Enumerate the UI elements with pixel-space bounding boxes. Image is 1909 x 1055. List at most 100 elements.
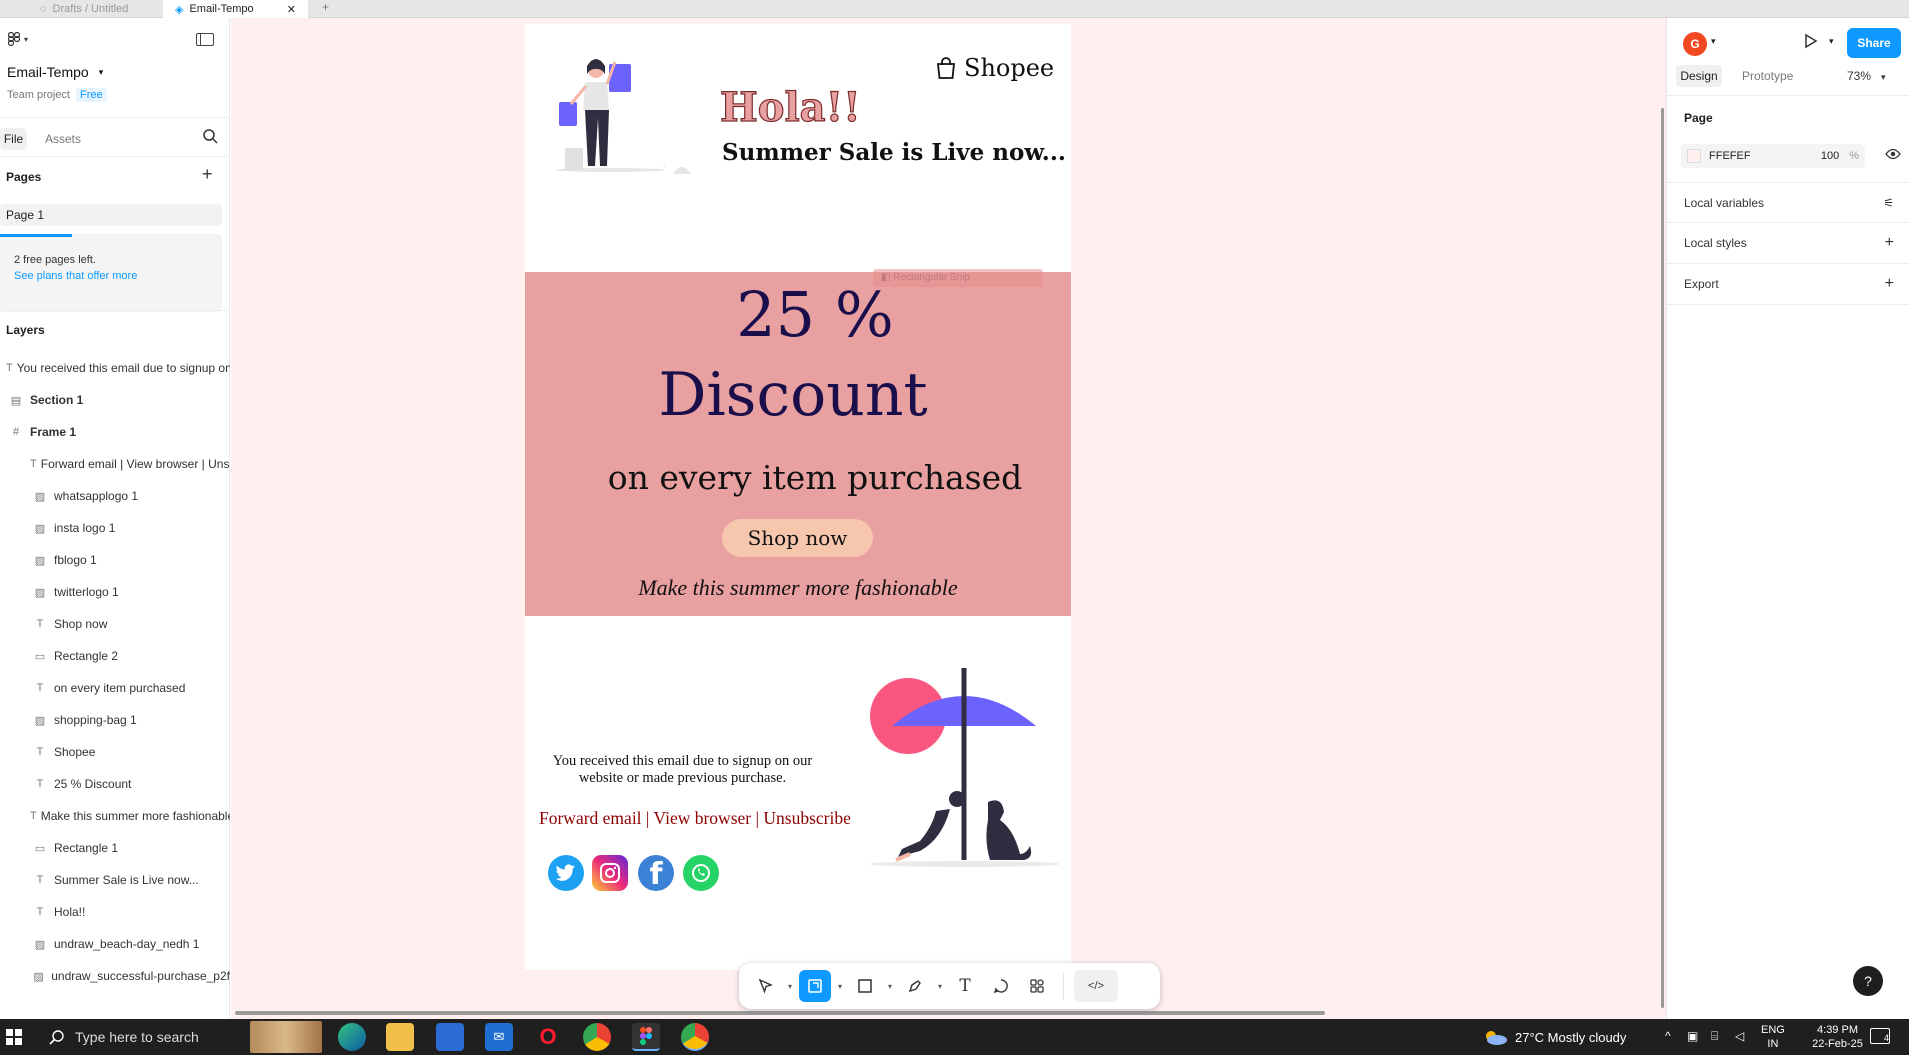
mail-icon[interactable]: ✉ (485, 1023, 513, 1051)
chrome-icon[interactable] (583, 1023, 611, 1051)
layer-item[interactable]: ▭ Rectangle 2 (0, 640, 230, 672)
taskbar-search[interactable]: Type here to search (37, 1019, 247, 1055)
comment-tool-icon[interactable] (985, 970, 1017, 1002)
avatar[interactable]: G (1683, 32, 1707, 56)
chevron-up-icon[interactable]: ^ (1665, 1029, 1671, 1043)
search-icon[interactable] (202, 128, 218, 147)
shop-now-button[interactable]: Shop now (722, 519, 873, 557)
page-opacity-value[interactable]: 100 (1821, 150, 1839, 162)
figma-taskbar-icon[interactable] (632, 1023, 660, 1051)
layer-item[interactable]: T Shopee (0, 736, 230, 768)
tab-prototype[interactable]: Prototype (1742, 69, 1793, 83)
layer-item[interactable]: # Frame 1 (0, 416, 230, 448)
help-button[interactable]: ? (1853, 966, 1883, 996)
layer-item[interactable]: T Summer Sale is Live now... (0, 864, 230, 896)
layer-item[interactable]: ▨ whatsapplogo 1 (0, 480, 230, 512)
tab-design[interactable]: Design (1676, 65, 1722, 87)
chevron-down-icon[interactable]: ▾ (835, 982, 845, 991)
chevron-down-icon[interactable]: ▾ (885, 982, 895, 991)
forward-email-link[interactable]: Forward email (539, 808, 642, 828)
add-icon[interactable]: + (1885, 275, 1894, 293)
volume-icon[interactable]: ◁ (1735, 1029, 1744, 1043)
layer-item[interactable]: ▨ undraw_successful-purchase_p2f (0, 960, 230, 992)
tab-drafts[interactable]: ◌ Drafts / Untitled (28, 0, 163, 18)
windows-start-icon[interactable] (6, 1029, 22, 1048)
move-tool-icon[interactable] (749, 970, 781, 1002)
design-canvas[interactable]: Shopee Hola!! Summer Sale is Live now...… (231, 18, 1666, 1019)
export-row[interactable]: Export + (1667, 264, 1909, 305)
instagram-icon[interactable] (592, 855, 628, 891)
layer-item[interactable]: ▨ undraw_beach-day_nedh 1 (0, 928, 230, 960)
pen-tool-icon[interactable] (899, 970, 931, 1002)
export-label: Export (1684, 277, 1719, 291)
layer-item[interactable]: ▨ twitterlogo 1 (0, 576, 230, 608)
tab-email-tempo[interactable]: ◈ Email-Tempo ✕ (163, 0, 308, 18)
twitter-icon[interactable] (548, 855, 584, 891)
sidebar-toggle-icon[interactable] (196, 33, 214, 46)
weather-text[interactable]: 27°C Mostly cloudy (1515, 1030, 1626, 1045)
unsubscribe-link[interactable]: Unsubscribe (763, 808, 850, 828)
page-color-field[interactable]: FFEFEF 100 % (1681, 144, 1865, 168)
add-tab-icon[interactable]: + (322, 0, 329, 14)
main-menu-button[interactable]: ▾ (8, 32, 48, 46)
store-icon[interactable] (436, 1023, 464, 1051)
opera-icon[interactable]: O (534, 1023, 562, 1051)
tab-assets[interactable]: Assets (45, 132, 81, 146)
frame-tool-icon[interactable] (799, 970, 831, 1002)
layer-item[interactable]: ▭ Rectangle 1 (0, 832, 230, 864)
notifications-icon[interactable]: 4 (1870, 1028, 1890, 1044)
add-page-icon[interactable]: + (202, 164, 213, 185)
see-plans-link[interactable]: See plans that offer more (14, 270, 137, 282)
facebook-icon[interactable]: f (638, 855, 674, 891)
dev-mode-toggle-icon[interactable]: </> (1074, 970, 1118, 1002)
chevron-down-icon[interactable]: ▾ (1711, 36, 1716, 47)
layer-item[interactable]: Ton every item purchased (0, 672, 230, 704)
file-explorer-icon[interactable] (386, 1023, 414, 1051)
text-tool-icon[interactable]: T (949, 970, 981, 1002)
color-swatch[interactable] (1687, 149, 1701, 163)
local-variables-row[interactable]: Local variables ⚟ (1667, 183, 1909, 223)
layer-item[interactable]: T You received this email due to signup o… (0, 352, 230, 384)
close-icon[interactable]: ✕ (287, 3, 296, 16)
layer-item[interactable]: ▤ Section 1 (0, 384, 230, 416)
whatsapp-icon[interactable] (683, 855, 719, 891)
layer-item[interactable]: ▨ shopping-bag 1 (0, 704, 230, 736)
chevron-down-icon[interactable]: ▾ (785, 982, 795, 991)
email-frame[interactable]: Shopee Hola!! Summer Sale is Live now...… (525, 24, 1071, 970)
page-item-page-1[interactable]: Page 1 (0, 204, 222, 226)
file-name[interactable]: Email-Tempo ▾ (7, 64, 237, 80)
layer-type-icon: T (6, 362, 13, 374)
layer-item[interactable]: TForward email | View browser | Unsubscr… (0, 448, 230, 480)
resources-tool-icon[interactable] (1021, 970, 1053, 1002)
horizontal-scrollbar[interactable] (235, 1011, 1325, 1015)
variables-icon[interactable]: ⚟ (1883, 196, 1894, 210)
tab-file[interactable]: File (0, 128, 27, 150)
chevron-down-icon[interactable]: ▾ (935, 982, 945, 991)
layer-item[interactable]: T Shop now (0, 608, 230, 640)
page-color-value[interactable]: FFEFEF (1709, 150, 1751, 162)
local-styles-row[interactable]: Local styles + (1667, 223, 1909, 264)
zoom-level[interactable]: 73% ▾ (1847, 69, 1886, 83)
link-separator: | (755, 808, 759, 828)
layer-item[interactable]: ▨ insta logo 1 (0, 512, 230, 544)
vertical-scrollbar[interactable] (1661, 108, 1664, 1008)
chrome-profile-icon[interactable] (681, 1023, 709, 1051)
layer-item[interactable]: T 25 % Discount (0, 768, 230, 800)
browser-tab-bar: ◌ Drafts / Untitled ◈ Email-Tempo ✕ + (0, 0, 1909, 18)
language-indicator[interactable]: ENG IN (1761, 1023, 1785, 1051)
layer-item[interactable]: ▨ fblogo 1 (0, 544, 230, 576)
meet-icon[interactable]: ▣ (1687, 1029, 1698, 1043)
layer-item[interactable]: T Hola!! (0, 896, 230, 928)
edge-icon[interactable] (338, 1023, 366, 1051)
eye-icon[interactable] (1885, 148, 1901, 163)
rectangle-tool-icon[interactable] (849, 970, 881, 1002)
chevron-down-icon[interactable]: ▾ (1829, 36, 1834, 47)
share-button[interactable]: Share (1847, 28, 1901, 58)
layer-item[interactable]: T Make this summer more fashionable (0, 800, 230, 832)
network-icon[interactable]: ⌸ (1711, 1029, 1718, 1044)
clock[interactable]: 4:39 PM 22-Feb-25 (1800, 1023, 1875, 1051)
layer-label: shopping-bag 1 (54, 713, 137, 727)
present-play-icon[interactable] (1804, 33, 1818, 52)
add-icon[interactable]: + (1885, 234, 1894, 252)
view-browser-link[interactable]: View browser (654, 808, 752, 828)
